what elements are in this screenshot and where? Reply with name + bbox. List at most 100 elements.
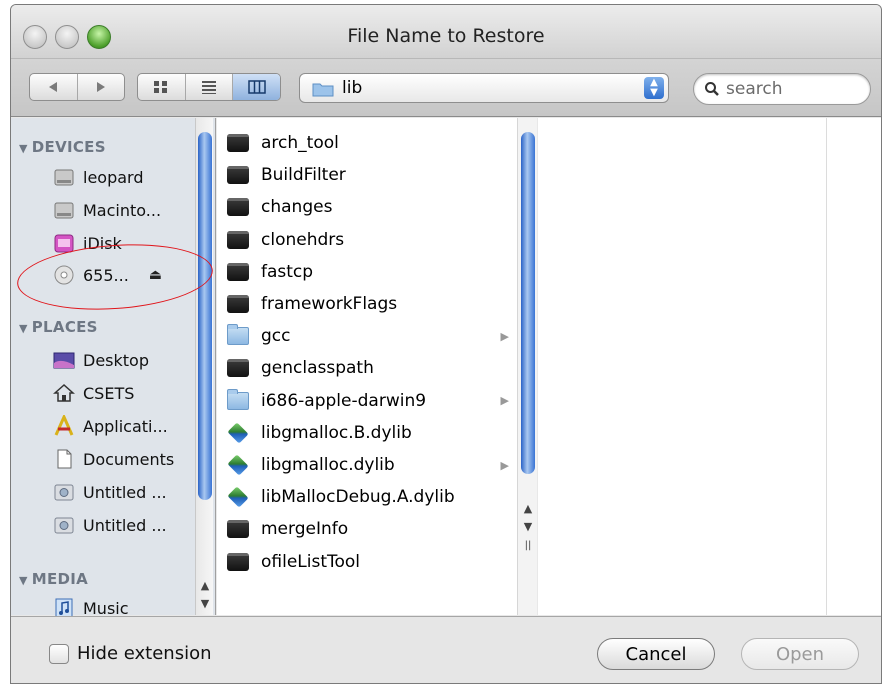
checkbox-box[interactable] [49,643,69,664]
home-icon [53,382,75,404]
scrollbar-thumb[interactable] [198,132,212,500]
hard-drive-icon [53,199,75,221]
file-row[interactable]: i686-apple-darwin9 ▶ [227,386,519,416]
applications-icon [53,413,75,437]
file-row[interactable]: mergeInfo [227,514,519,544]
back-arrow-icon [49,82,58,92]
sidebar-item-disc[interactable]: 655... ⏏ [53,262,162,288]
search-field [693,73,871,105]
executable-icon [227,359,249,378]
file-row[interactable]: libgmalloc.B.dylib [227,418,519,448]
executable-icon [227,230,249,249]
executable-icon [227,134,249,152]
sidebar-item-label: Untitled ... [83,482,167,502]
library-icon [227,422,249,444]
sidebar-scrollbar[interactable]: ▲ ▼ [195,118,213,615]
forward-arrow-icon [96,82,105,92]
file-dialog-window: File Name to Restore lib ▲ ▼ search ▼ DE… [10,4,882,684]
hide-extension-label: Hide extension [77,643,212,664]
view-mode-control [137,73,281,101]
column-divider[interactable] [826,118,827,615]
column-scrollbar[interactable]: ▲ ▼ || [517,118,537,615]
disclosure-arrow-icon: ▶ [500,329,509,343]
sidebar-item-untitled-2[interactable]: Untitled ... [53,512,167,538]
file-name: clonehdrs [261,229,345,250]
disclosure-triangle-icon: ▼ [19,142,28,155]
sidebar-item-label: Untitled ... [83,515,167,535]
executable-icon [227,295,249,313]
sidebar-item-applications[interactable]: Applicati... [53,413,168,439]
hide-extension-checkbox[interactable]: Hide extension [49,643,212,664]
file-name: i686-apple-darwin9 [261,390,427,411]
executable-icon [227,520,249,539]
icon-view-icon [154,81,168,93]
sidebar-item-untitled-1[interactable]: Untitled ... [53,479,167,505]
disclosure-arrow-icon: ▶ [500,458,509,472]
file-row[interactable]: frameworkFlags [227,289,519,319]
file-row[interactable]: clonehdrs [227,225,519,255]
list-view-button[interactable] [186,74,234,100]
back-button[interactable] [30,74,78,100]
cancel-button[interactable]: Cancel [597,638,715,670]
sidebar-item-label: Macinto... [83,200,162,220]
folder-icon [312,83,334,97]
popup-arrows-icon: ▲ ▼ [644,77,664,99]
sidebar-item-label: leopard [83,167,144,187]
sidebar-item-macintosh[interactable]: Macinto... [53,197,161,223]
executable-icon [227,166,249,185]
sidebar-item-csets[interactable]: CSETS [53,380,134,406]
scrollbar-thumb[interactable] [521,132,535,474]
sidebar-section-header[interactable]: ▼ DEVICES [19,138,106,156]
sidebar-item-documents[interactable]: Documents [53,446,174,472]
search-icon [705,82,719,96]
folder-icon [227,324,249,346]
folder-icon [227,388,249,410]
toolbar: lib ▲ ▼ [11,59,881,117]
disclosure-triangle-icon: ▼ [19,322,28,335]
file-name: genclasspath [261,358,374,379]
title-bar: File Name to Restore [11,5,881,59]
sidebar-item-idisk[interactable]: iDisk [53,230,122,256]
disclosure-triangle-icon: ▼ [19,574,28,587]
forward-button[interactable] [78,74,125,100]
file-row[interactable]: arch_tool [227,128,519,158]
sidebar-item-label: Music [83,598,129,618]
sidebar-section-header[interactable]: ▼ PLACES [19,318,98,336]
disk-image-icon [53,514,75,536]
file-row[interactable]: BuildFilter [227,160,519,190]
file-name: libgmalloc.B.dylib [261,422,412,443]
scroll-arrows-icon[interactable]: ▲ ▼ [196,577,214,613]
file-row[interactable]: fastcp [227,257,519,287]
hard-drive-icon [53,166,75,188]
search-input[interactable] [724,78,864,100]
sidebar-section-header[interactable]: ▼ MEDIA [19,570,88,588]
file-row[interactable]: changes [227,192,519,222]
file-row[interactable]: genclasspath [227,353,519,383]
sidebar-item-leopard[interactable]: leopard [53,164,144,190]
file-row[interactable]: libgmalloc.dylib ▶ [227,450,519,480]
scroll-arrows-icon[interactable]: ▲ ▼ || [518,500,538,555]
sidebar-item-label: CSETS [83,383,135,403]
browser-column-lib: arch_tool BuildFilter changes clonehdrs fast… [217,118,537,615]
file-row[interactable]: ofileListTool [227,547,519,577]
executable-icon [227,552,249,571]
file-row[interactable]: gcc ▶ [227,321,519,351]
file-name: frameworkFlags [261,294,398,314]
executable-icon [227,262,249,281]
eject-icon[interactable]: ⏏ [149,267,162,283]
icon-view-button[interactable] [138,74,186,100]
desktop-icon [53,349,75,371]
sidebar-item-label: iDisk [83,233,122,253]
path-popup-button[interactable]: lib ▲ ▼ [299,73,669,103]
list-view-icon [202,81,216,94]
file-name: ofileListTool [261,551,361,572]
sidebar-item-label: Documents [83,449,175,469]
file-row[interactable]: libMallocDebug.A.dylib [227,482,519,512]
disc-icon [53,264,75,286]
file-name: gcc [261,326,291,347]
column-view-button[interactable] [233,74,280,100]
sidebar-item-label: 655... [83,265,129,285]
path-label: lib [342,78,363,98]
sidebar-item-desktop[interactable]: Desktop [53,347,149,373]
open-button[interactable]: Open [741,638,859,670]
